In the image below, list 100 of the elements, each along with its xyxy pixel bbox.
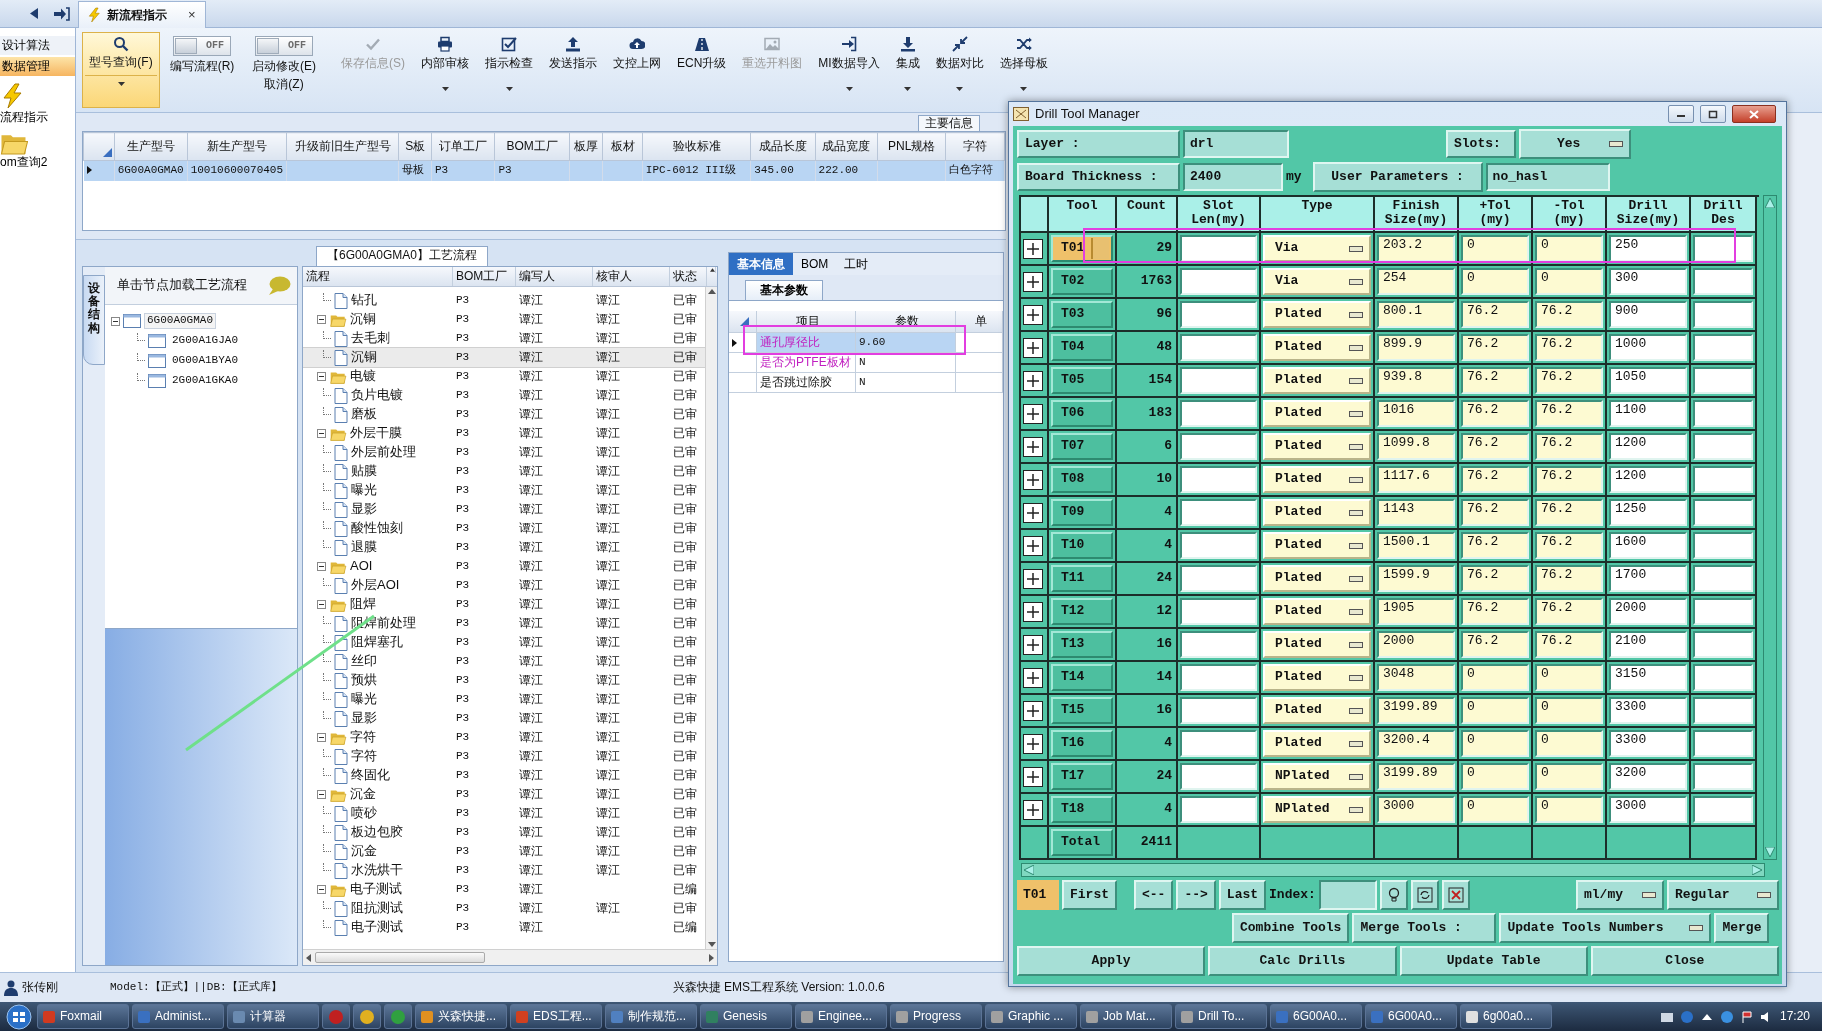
type-dropdown[interactable]: Plated <box>1263 367 1371 394</box>
drill-size-field[interactable]: 250 <box>1609 235 1687 262</box>
tool-button[interactable]: T05 <box>1051 367 1113 394</box>
type-dropdown[interactable]: Via <box>1263 268 1371 295</box>
toggle-switch[interactable]: OFF <box>255 36 313 56</box>
drill-size-field[interactable]: 3000 <box>1609 796 1687 823</box>
plus-icon[interactable] <box>1023 436 1043 457</box>
tree-row[interactable]: 板边包胶 P3 谭江 谭江 已审 <box>303 823 705 842</box>
column-header[interactable]: 编写人 <box>516 267 593 286</box>
finish-size-field[interactable]: 1500.1 <box>1377 532 1455 559</box>
tolerance-field[interactable]: 0 <box>1461 697 1529 724</box>
drill-size-field[interactable]: 300 <box>1609 268 1687 295</box>
finish-size-field[interactable]: 1143 <box>1377 499 1455 526</box>
slot-length-field[interactable] <box>1180 631 1257 658</box>
tree-row[interactable]: 阻焊塞孔 P3 谭江 谭江 已审 <box>303 633 705 652</box>
drill-size-field[interactable]: 1200 <box>1609 466 1687 493</box>
finish-size-field[interactable]: 3199.89 <box>1377 763 1455 790</box>
tolerance-field[interactable]: 76.2 <box>1535 631 1603 658</box>
tree-row[interactable]: 曝光 P3 谭江 谭江 已审 <box>303 481 705 500</box>
column-header[interactable]: BOM工厂 <box>495 132 570 161</box>
type-dropdown[interactable]: Plated <box>1263 631 1371 658</box>
tree-item[interactable]: 0G00A1BYA0 <box>169 353 241 369</box>
tool-button[interactable]: T09 <box>1051 499 1113 526</box>
tolerance-field[interactable]: 0 <box>1461 664 1529 691</box>
tree-row[interactable]: 贴膜 P3 谭江 谭江 已审 <box>303 462 705 481</box>
ribbon-button[interactable]: 内部审核 <box>414 32 476 95</box>
type-dropdown[interactable]: Plated <box>1263 499 1371 526</box>
tolerance-field[interactable]: 76.2 <box>1535 367 1603 394</box>
tolerance-field[interactable]: 76.2 <box>1535 466 1603 493</box>
type-dropdown[interactable]: Plated <box>1263 532 1371 559</box>
tolerance-field[interactable]: 76.2 <box>1461 499 1529 526</box>
tree-row[interactable]: 去毛刺 P3 谭江 谭江 已审 <box>303 329 705 348</box>
tolerance-field[interactable]: 0 <box>1535 235 1603 262</box>
drill-size-field[interactable]: 1600 <box>1609 532 1687 559</box>
description-field[interactable] <box>1693 598 1753 625</box>
tree-row[interactable]: 电子测试 P3 谭江 已编 <box>303 918 705 937</box>
slot-length-field[interactable] <box>1180 301 1257 328</box>
description-field[interactable] <box>1693 631 1753 658</box>
back-icon[interactable] <box>30 8 38 19</box>
merge-button[interactable]: Merge <box>1714 913 1770 943</box>
taskbar-button[interactable] <box>322 1004 350 1029</box>
collapse-icon[interactable] <box>111 316 120 326</box>
finish-size-field[interactable]: 203.2 <box>1377 235 1455 262</box>
column-header[interactable]: 单 <box>974 314 987 329</box>
column-header[interactable]: 板材 <box>602 132 643 161</box>
description-field[interactable] <box>1693 301 1753 328</box>
type-dropdown[interactable]: Plated <box>1263 301 1371 328</box>
ribbon-button[interactable]: MI数据导入 <box>811 32 887 95</box>
slot-length-field[interactable] <box>1180 367 1257 394</box>
description-field[interactable] <box>1693 532 1753 559</box>
plus-icon[interactable] <box>1023 601 1043 622</box>
close-button[interactable]: × <box>185 6 199 24</box>
taskbar-button[interactable]: 兴森快捷... <box>415 1004 507 1029</box>
icon-button[interactable] <box>1379 880 1408 910</box>
taskbar-button[interactable]: Job Mat... <box>1080 1004 1172 1029</box>
slot-length-field[interactable] <box>1180 334 1257 361</box>
tolerance-field[interactable]: 76.2 <box>1461 433 1529 460</box>
scrollbar[interactable] <box>1763 195 1777 860</box>
slot-length-field[interactable] <box>1180 796 1257 823</box>
collapse-icon[interactable] <box>317 315 326 324</box>
drill-size-field[interactable]: 3300 <box>1609 697 1687 724</box>
document-tab[interactable]: 新流程指示 × <box>78 1 206 28</box>
tolerance-field[interactable]: 0 <box>1535 268 1603 295</box>
plus-icon[interactable] <box>1023 667 1043 688</box>
tree-row[interactable]: 负片电镀 P3 谭江 谭江 已审 <box>303 386 705 405</box>
scroll-thumb[interactable] <box>315 952 485 963</box>
collapse-icon[interactable] <box>317 429 326 438</box>
nav-button[interactable]: --> <box>1176 880 1216 910</box>
nav-item[interactable]: 数据管理 <box>0 57 75 76</box>
tree-row[interactable]: 外层干膜 P3 谭江 谭江 已审 <box>303 424 705 443</box>
taskbar-button[interactable]: Drill To... <box>1175 1004 1267 1029</box>
taskbar-button[interactable] <box>353 1004 381 1029</box>
column-header[interactable]: S板 <box>398 132 432 161</box>
scroll-down-icon[interactable] <box>1765 847 1775 857</box>
tolerance-field[interactable]: 76.2 <box>1461 466 1529 493</box>
slot-length-field[interactable] <box>1180 664 1257 691</box>
type-dropdown[interactable]: Plated <box>1263 664 1371 691</box>
tree-item[interactable]: 6G00A0GMA0 <box>144 313 216 329</box>
tolerance-field[interactable]: 76.2 <box>1535 433 1603 460</box>
description-field[interactable] <box>1693 466 1753 493</box>
tab[interactable]: 工时 <box>836 253 877 275</box>
drill-size-field[interactable]: 2000 <box>1609 598 1687 625</box>
plus-icon[interactable] <box>1023 370 1043 391</box>
plus-icon[interactable] <box>1023 568 1043 589</box>
taskbar-button[interactable]: Administ... <box>132 1004 224 1029</box>
plus-icon[interactable] <box>1023 238 1043 259</box>
finish-size-field[interactable]: 3200.4 <box>1377 730 1455 757</box>
column-header[interactable]: 状态 <box>670 267 707 286</box>
drill-size-field[interactable]: 1250 <box>1609 499 1687 526</box>
ribbon-button[interactable]: ECN升级 <box>670 32 734 75</box>
merge-dropdown[interactable]: Update Tools Numbers <box>1499 913 1712 943</box>
tool-button[interactable]: T06 <box>1051 400 1113 427</box>
tree-row[interactable]: 丝印 P3 谭江 谭江 已审 <box>303 652 705 671</box>
finish-size-field[interactable]: 1117.6 <box>1377 466 1455 493</box>
tree-row[interactable]: 显影 P3 谭江 谭江 已审 <box>303 709 705 728</box>
slot-length-field[interactable] <box>1180 532 1257 559</box>
drill-size-field[interactable]: 1000 <box>1609 334 1687 361</box>
tolerance-field[interactable]: 0 <box>1535 796 1603 823</box>
description-field[interactable] <box>1693 565 1753 592</box>
tool-button[interactable]: T15 <box>1051 697 1113 724</box>
